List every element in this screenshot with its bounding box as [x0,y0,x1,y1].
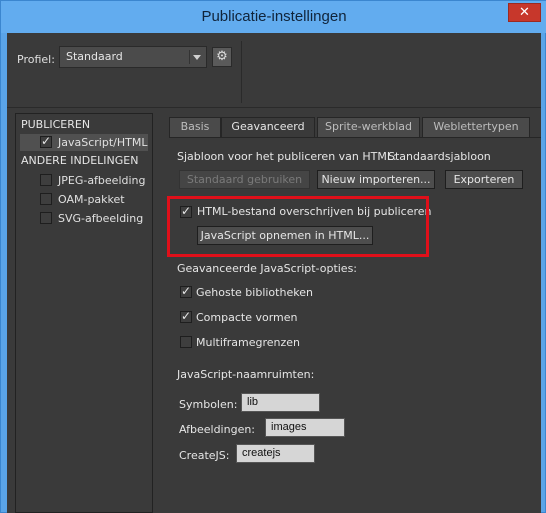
chevron-down-icon[interactable] [189,50,203,64]
profile-label: Profiel: [17,53,55,66]
divider-vertical [241,41,242,103]
title-bar[interactable]: Publicatie-instellingen ✕ [1,1,546,33]
format-item-label: JavaScript/HTML [58,136,148,149]
format-item-label: SVG-afbeelding [58,212,144,225]
publish-group-header: PUBLICEREN [21,118,91,131]
format-item-label: OAM-pakket [58,193,125,206]
gear-icon: ⚙ [216,49,228,64]
symbols-label: Symbolen: [179,398,238,411]
window-title: Publicatie-instellingen [201,8,347,25]
format-item-label: JPEG-afbeelding [58,174,146,187]
compact-shapes-checkbox[interactable] [180,309,192,323]
svg-checkbox[interactable] [40,212,52,224]
profile-options-button[interactable]: ⚙ [212,47,232,67]
dialog-body: Profiel: Standaard ⚙ PUBLICEREN JavaScri… [7,33,541,513]
profile-value: Standaard [66,50,123,63]
createjs-input[interactable]: createjs [236,444,315,463]
compact-shapes-label: Compacte vormen [196,311,298,324]
annotation-highlight-box [167,196,429,257]
profile-dropdown[interactable]: Standaard [59,46,207,68]
tab-weblettertypen[interactable]: Weblettertypen [422,117,530,137]
hosted-libraries-checkbox[interactable] [180,284,192,298]
format-item-svg[interactable]: SVG-afbeelding [20,210,148,227]
symbols-input[interactable]: lib [241,393,320,412]
multiframe-bounds-checkbox[interactable] [180,336,192,348]
hosted-libraries-label: Gehoste bibliotheken [196,286,313,299]
tab-basis[interactable]: Basis [169,117,221,137]
use-default-button[interactable]: Standaard gebruiken [179,170,310,189]
jpeg-checkbox[interactable] [40,174,52,186]
multiframe-bounds-label: Multiframegrenzen [196,336,301,349]
format-item-jpeg[interactable]: JPEG-afbeelding [20,172,148,189]
oam-checkbox[interactable] [40,193,52,205]
format-list: PUBLICEREN JavaScript/HTML ANDERE INDELI… [15,113,153,513]
format-item-oam[interactable]: OAM-pakket [20,191,148,208]
export-button[interactable]: Exporteren [445,170,523,189]
format-item-javascript-html[interactable]: JavaScript/HTML [20,134,148,151]
tab-geavanceerd[interactable]: Geavanceerd [221,117,315,138]
import-new-button[interactable]: Nieuw importeren... [317,170,435,189]
advanced-js-header: Geavanceerde JavaScript-opties: [177,262,358,275]
close-icon: ✕ [519,5,530,20]
tab-sprite-werkblad[interactable]: Sprite-werkblad [317,117,420,137]
namespaces-header: JavaScript-naamruimten: [177,368,315,381]
images-label: Afbeeldingen: [179,423,256,436]
template-value: Standaardsjabloon [388,150,491,163]
close-button[interactable]: ✕ [508,3,541,22]
javascript-html-checkbox[interactable] [40,134,52,148]
other-formats-group-header: ANDERE INDELINGEN [21,154,139,167]
template-label: Sjabloon voor het publiceren van HTML: [177,150,397,163]
createjs-label: CreateJS: [179,449,230,462]
publish-settings-window: Publicatie-instellingen ✕ Profiel: Stand… [0,0,546,513]
divider-horizontal [7,107,541,108]
images-input[interactable]: images [265,418,345,437]
